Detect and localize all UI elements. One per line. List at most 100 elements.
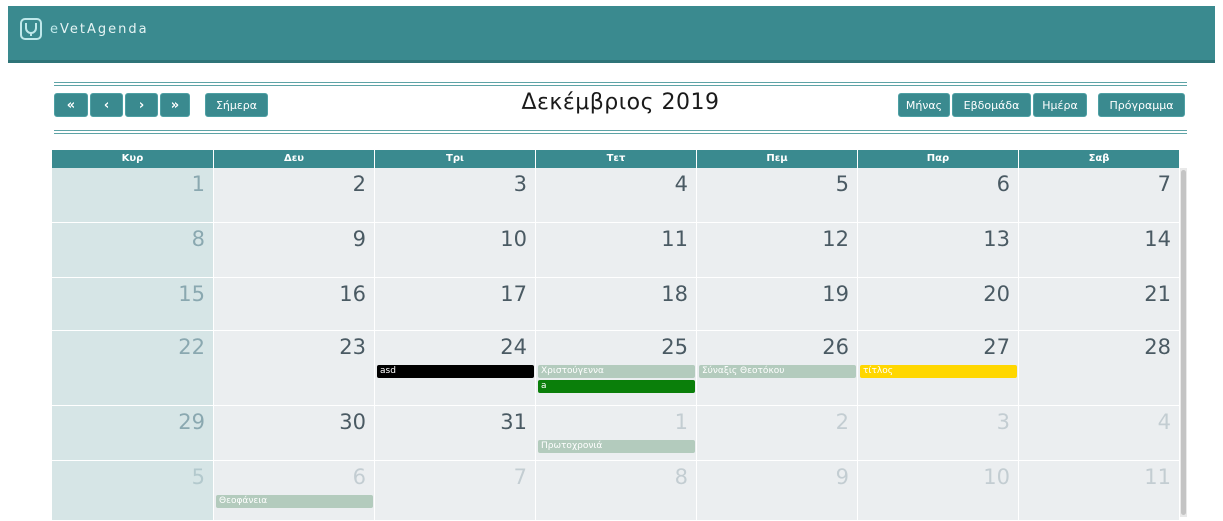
day-number[interactable]: 31 <box>500 410 527 434</box>
day-number[interactable]: 1 <box>675 410 688 434</box>
day-cell[interactable]: 19 <box>697 278 858 331</box>
day-number[interactable]: 7 <box>1158 172 1171 196</box>
day-number[interactable]: 17 <box>500 282 527 306</box>
calendar-event[interactable]: Χριστούγεννα <box>538 365 695 378</box>
day-number[interactable]: 30 <box>339 410 366 434</box>
calendar-event[interactable]: Σύναξις Θεοτόκου <box>699 365 856 378</box>
day-cell[interactable]: 15 <box>52 278 214 331</box>
day-number[interactable]: 10 <box>500 227 527 251</box>
day-number[interactable]: 9 <box>836 465 849 489</box>
day-cell[interactable]: 11 <box>1019 461 1180 521</box>
day-number[interactable]: 11 <box>661 227 688 251</box>
day-number[interactable]: 2 <box>353 172 366 196</box>
day-number[interactable]: 20 <box>983 282 1010 306</box>
day-number[interactable]: 4 <box>1158 410 1171 434</box>
calendar-event[interactable]: τίτλος <box>860 365 1017 378</box>
calendar-scrollbar[interactable] <box>1180 168 1187 517</box>
day-number[interactable]: 27 <box>983 335 1010 359</box>
day-number[interactable]: 28 <box>1144 335 1171 359</box>
day-number[interactable]: 5 <box>836 172 849 196</box>
day-number[interactable]: 6 <box>997 172 1010 196</box>
day-number[interactable]: 24 <box>500 335 527 359</box>
day-number[interactable]: 13 <box>983 227 1010 251</box>
day-cell[interactable]: 6 <box>858 168 1019 223</box>
day-cell[interactable]: 3 <box>375 168 536 223</box>
day-number[interactable]: 2 <box>836 410 849 434</box>
day-cell[interactable]: 6 <box>214 461 375 521</box>
day-cell[interactable]: 7 <box>1019 168 1180 223</box>
month-view-button[interactable]: Μήνας <box>898 93 950 117</box>
day-cell[interactable]: 11 <box>536 223 697 278</box>
prev-button[interactable]: ‹ <box>90 93 123 117</box>
day-cell[interactable]: 14 <box>1019 223 1180 278</box>
day-cell[interactable]: 4 <box>1019 406 1180 461</box>
day-cell[interactable]: 5 <box>52 461 214 521</box>
day-cell[interactable]: 10 <box>375 223 536 278</box>
week-row: 15 16 17 18 19 20 21 <box>52 278 1180 331</box>
calendar-event[interactable]: asd <box>377 365 534 378</box>
last-button[interactable]: » <box>160 93 190 117</box>
day-number[interactable]: 4 <box>675 172 688 196</box>
day-number[interactable]: 8 <box>675 465 688 489</box>
day-cell[interactable]: 30 <box>214 406 375 461</box>
day-cell[interactable]: 21 <box>1019 278 1180 331</box>
day-cell[interactable]: 7 <box>375 461 536 521</box>
day-cell[interactable]: 16 <box>214 278 375 331</box>
day-number[interactable]: 23 <box>339 335 366 359</box>
day-cell[interactable]: 18 <box>536 278 697 331</box>
day-number[interactable]: 26 <box>822 335 849 359</box>
app-logo[interactable]: eVetAgenda <box>20 18 149 40</box>
weekday-header-cell: Παρ <box>858 150 1019 168</box>
day-view-button[interactable]: Ημέρα <box>1033 93 1087 117</box>
day-cell[interactable]: 23 <box>214 331 375 406</box>
day-cell[interactable]: 2 <box>214 168 375 223</box>
day-cell[interactable]: 4 <box>536 168 697 223</box>
day-cell[interactable]: 31 <box>375 406 536 461</box>
today-button[interactable]: Σήμερα <box>205 93 268 117</box>
day-cell[interactable]: 13 <box>858 223 1019 278</box>
day-number[interactable]: 10 <box>983 465 1010 489</box>
day-number[interactable]: 8 <box>192 227 205 251</box>
day-number[interactable]: 22 <box>178 335 205 359</box>
day-number[interactable]: 5 <box>192 465 205 489</box>
day-cell[interactable]: 29 <box>52 406 214 461</box>
day-cell[interactable]: 1 <box>52 168 214 223</box>
day-cell[interactable]: 10 <box>858 461 1019 521</box>
day-number[interactable]: 11 <box>1144 465 1171 489</box>
day-number[interactable]: 3 <box>514 172 527 196</box>
day-cell[interactable]: 5 <box>697 168 858 223</box>
calendar-event[interactable]: Πρωτοχρονιά <box>538 440 695 453</box>
day-number[interactable]: 25 <box>661 335 688 359</box>
day-cell[interactable]: 8 <box>536 461 697 521</box>
day-cell[interactable]: 22 <box>52 331 214 406</box>
calendar-event[interactable]: Θεοφάνεια <box>216 495 373 508</box>
day-number[interactable]: 7 <box>514 465 527 489</box>
day-number[interactable]: 6 <box>353 465 366 489</box>
day-number[interactable]: 15 <box>178 282 205 306</box>
calendar-event[interactable]: a <box>538 380 695 393</box>
day-cell[interactable]: 12 <box>697 223 858 278</box>
day-cell[interactable]: 3 <box>858 406 1019 461</box>
day-number[interactable]: 3 <box>997 410 1010 434</box>
day-cell[interactable]: 2 <box>697 406 858 461</box>
day-number[interactable]: 18 <box>661 282 688 306</box>
day-number[interactable]: 19 <box>822 282 849 306</box>
schedule-view-button[interactable]: Πρόγραμμα <box>1098 93 1185 117</box>
day-cell[interactable]: 20 <box>858 278 1019 331</box>
day-cell[interactable]: 9 <box>697 461 858 521</box>
week-view-button[interactable]: Εβδομάδα <box>952 93 1031 117</box>
scrollbar-thumb[interactable] <box>1181 170 1186 515</box>
day-cell[interactable]: 17 <box>375 278 536 331</box>
first-button[interactable]: « <box>54 93 88 117</box>
day-number[interactable]: 21 <box>1144 282 1171 306</box>
day-number[interactable]: 12 <box>822 227 849 251</box>
day-number[interactable]: 29 <box>178 410 205 434</box>
day-number[interactable]: 14 <box>1144 227 1171 251</box>
day-number[interactable]: 9 <box>353 227 366 251</box>
day-number[interactable]: 1 <box>192 172 205 196</box>
day-cell[interactable]: 9 <box>214 223 375 278</box>
day-cell[interactable]: 28 <box>1019 331 1180 406</box>
day-number[interactable]: 16 <box>339 282 366 306</box>
day-cell[interactable]: 8 <box>52 223 214 278</box>
next-button[interactable]: › <box>125 93 158 117</box>
